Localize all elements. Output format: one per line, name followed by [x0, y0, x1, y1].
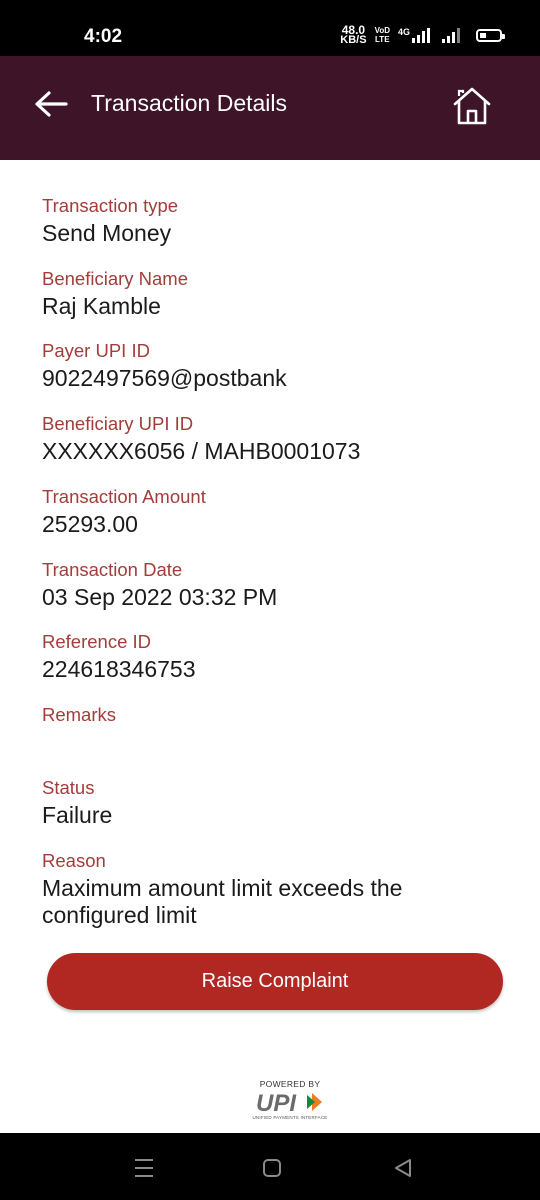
signal-sim2-icon [442, 27, 460, 43]
system-nav-bar [0, 1133, 540, 1200]
page-title: Transaction Details [91, 90, 288, 116]
status-time: 4:02 [84, 26, 123, 47]
back-button[interactable] [30, 86, 70, 126]
field-label: Transaction Amount [42, 486, 206, 507]
field-remarks: Remarks [42, 703, 512, 729]
field-beneficiary-name: Beneficiary Name Raj Kamble [42, 267, 512, 320]
field-value: XXXXXX6056 / MAHB0001073 [42, 438, 361, 464]
field-label: Beneficiary Name [42, 268, 189, 289]
field-transaction-amount: Transaction Amount 25293.00 [42, 485, 512, 538]
field-payer-upi-id: Payer UPI ID 9022497569@postbank [42, 339, 512, 392]
arrow-left-icon [35, 91, 68, 117]
svg-text:UPI: UPI [256, 1090, 297, 1114]
field-value: Maximum amount limit exceeds the configu… [42, 875, 403, 928]
nav-home-icon[interactable] [262, 1158, 282, 1178]
nav-back-icon[interactable] [392, 1157, 414, 1179]
field-value: 25293.00 [42, 511, 138, 537]
field-label: Reference ID [42, 631, 151, 652]
field-label: Remarks [42, 704, 117, 725]
field-label: Payer UPI ID [42, 340, 150, 361]
field-value: 224618346753 [42, 656, 196, 682]
network-speed: 48.0 KB/S [340, 24, 367, 46]
field-label: Transaction Date [42, 559, 183, 580]
upi-tagline: UNIFIED PAYMENTS INTERFACE [252, 1115, 328, 1120]
upi-logo: POWERED BY UPI UNIFIED PAYMENTS INTERFAC… [250, 1079, 330, 1125]
recent-apps-icon[interactable] [132, 1157, 156, 1179]
status-bar: 4:02 48.0 KB/S VoD LTE 4G [0, 0, 540, 56]
app-bar: Transaction Details [0, 56, 540, 160]
field-transaction-type: Transaction type Send Money [42, 194, 512, 247]
volte-top: VoD [374, 26, 390, 35]
field-value: Raj Kamble [42, 293, 161, 319]
upi-wordmark: UPI [256, 1090, 322, 1114]
powered-by-text: POWERED BY [259, 1079, 321, 1089]
field-transaction-date: Transaction Date 03 Sep 2022 03:32 PM [42, 558, 512, 611]
battery-icon [476, 28, 505, 42]
field-label: Status [42, 777, 95, 798]
field-status: Status Failure [42, 776, 512, 829]
raise-complaint-button[interactable]: Raise Complaint [47, 953, 503, 1010]
signal-sim1-icon [412, 27, 430, 43]
field-label: Transaction type [42, 195, 179, 216]
network-speed-unit: KB/S [340, 34, 367, 46]
field-value: 9022497569@postbank [42, 365, 287, 391]
field-beneficiary-upi-id: Beneficiary UPI ID XXXXXX6056 / MAHB0001… [42, 412, 512, 465]
home-icon [453, 87, 491, 125]
field-value: Send Money [42, 220, 172, 246]
volte-bottom: LTE [375, 35, 390, 44]
field-value: Failure [42, 802, 113, 828]
network-type: 4G [397, 27, 410, 37]
field-label: Reason [42, 850, 106, 871]
home-button[interactable] [450, 84, 494, 128]
field-reason: Reason Maximum amount limit exceeds the … [42, 849, 482, 929]
field-reference-id: Reference ID 224618346753 [42, 630, 512, 683]
field-label: Beneficiary UPI ID [42, 413, 194, 434]
volte-icon: VoD LTE [375, 26, 390, 44]
field-value: 03 Sep 2022 03:32 PM [42, 584, 278, 610]
status-icons: 48.0 KB/S VoD LTE 4G [340, 22, 505, 48]
